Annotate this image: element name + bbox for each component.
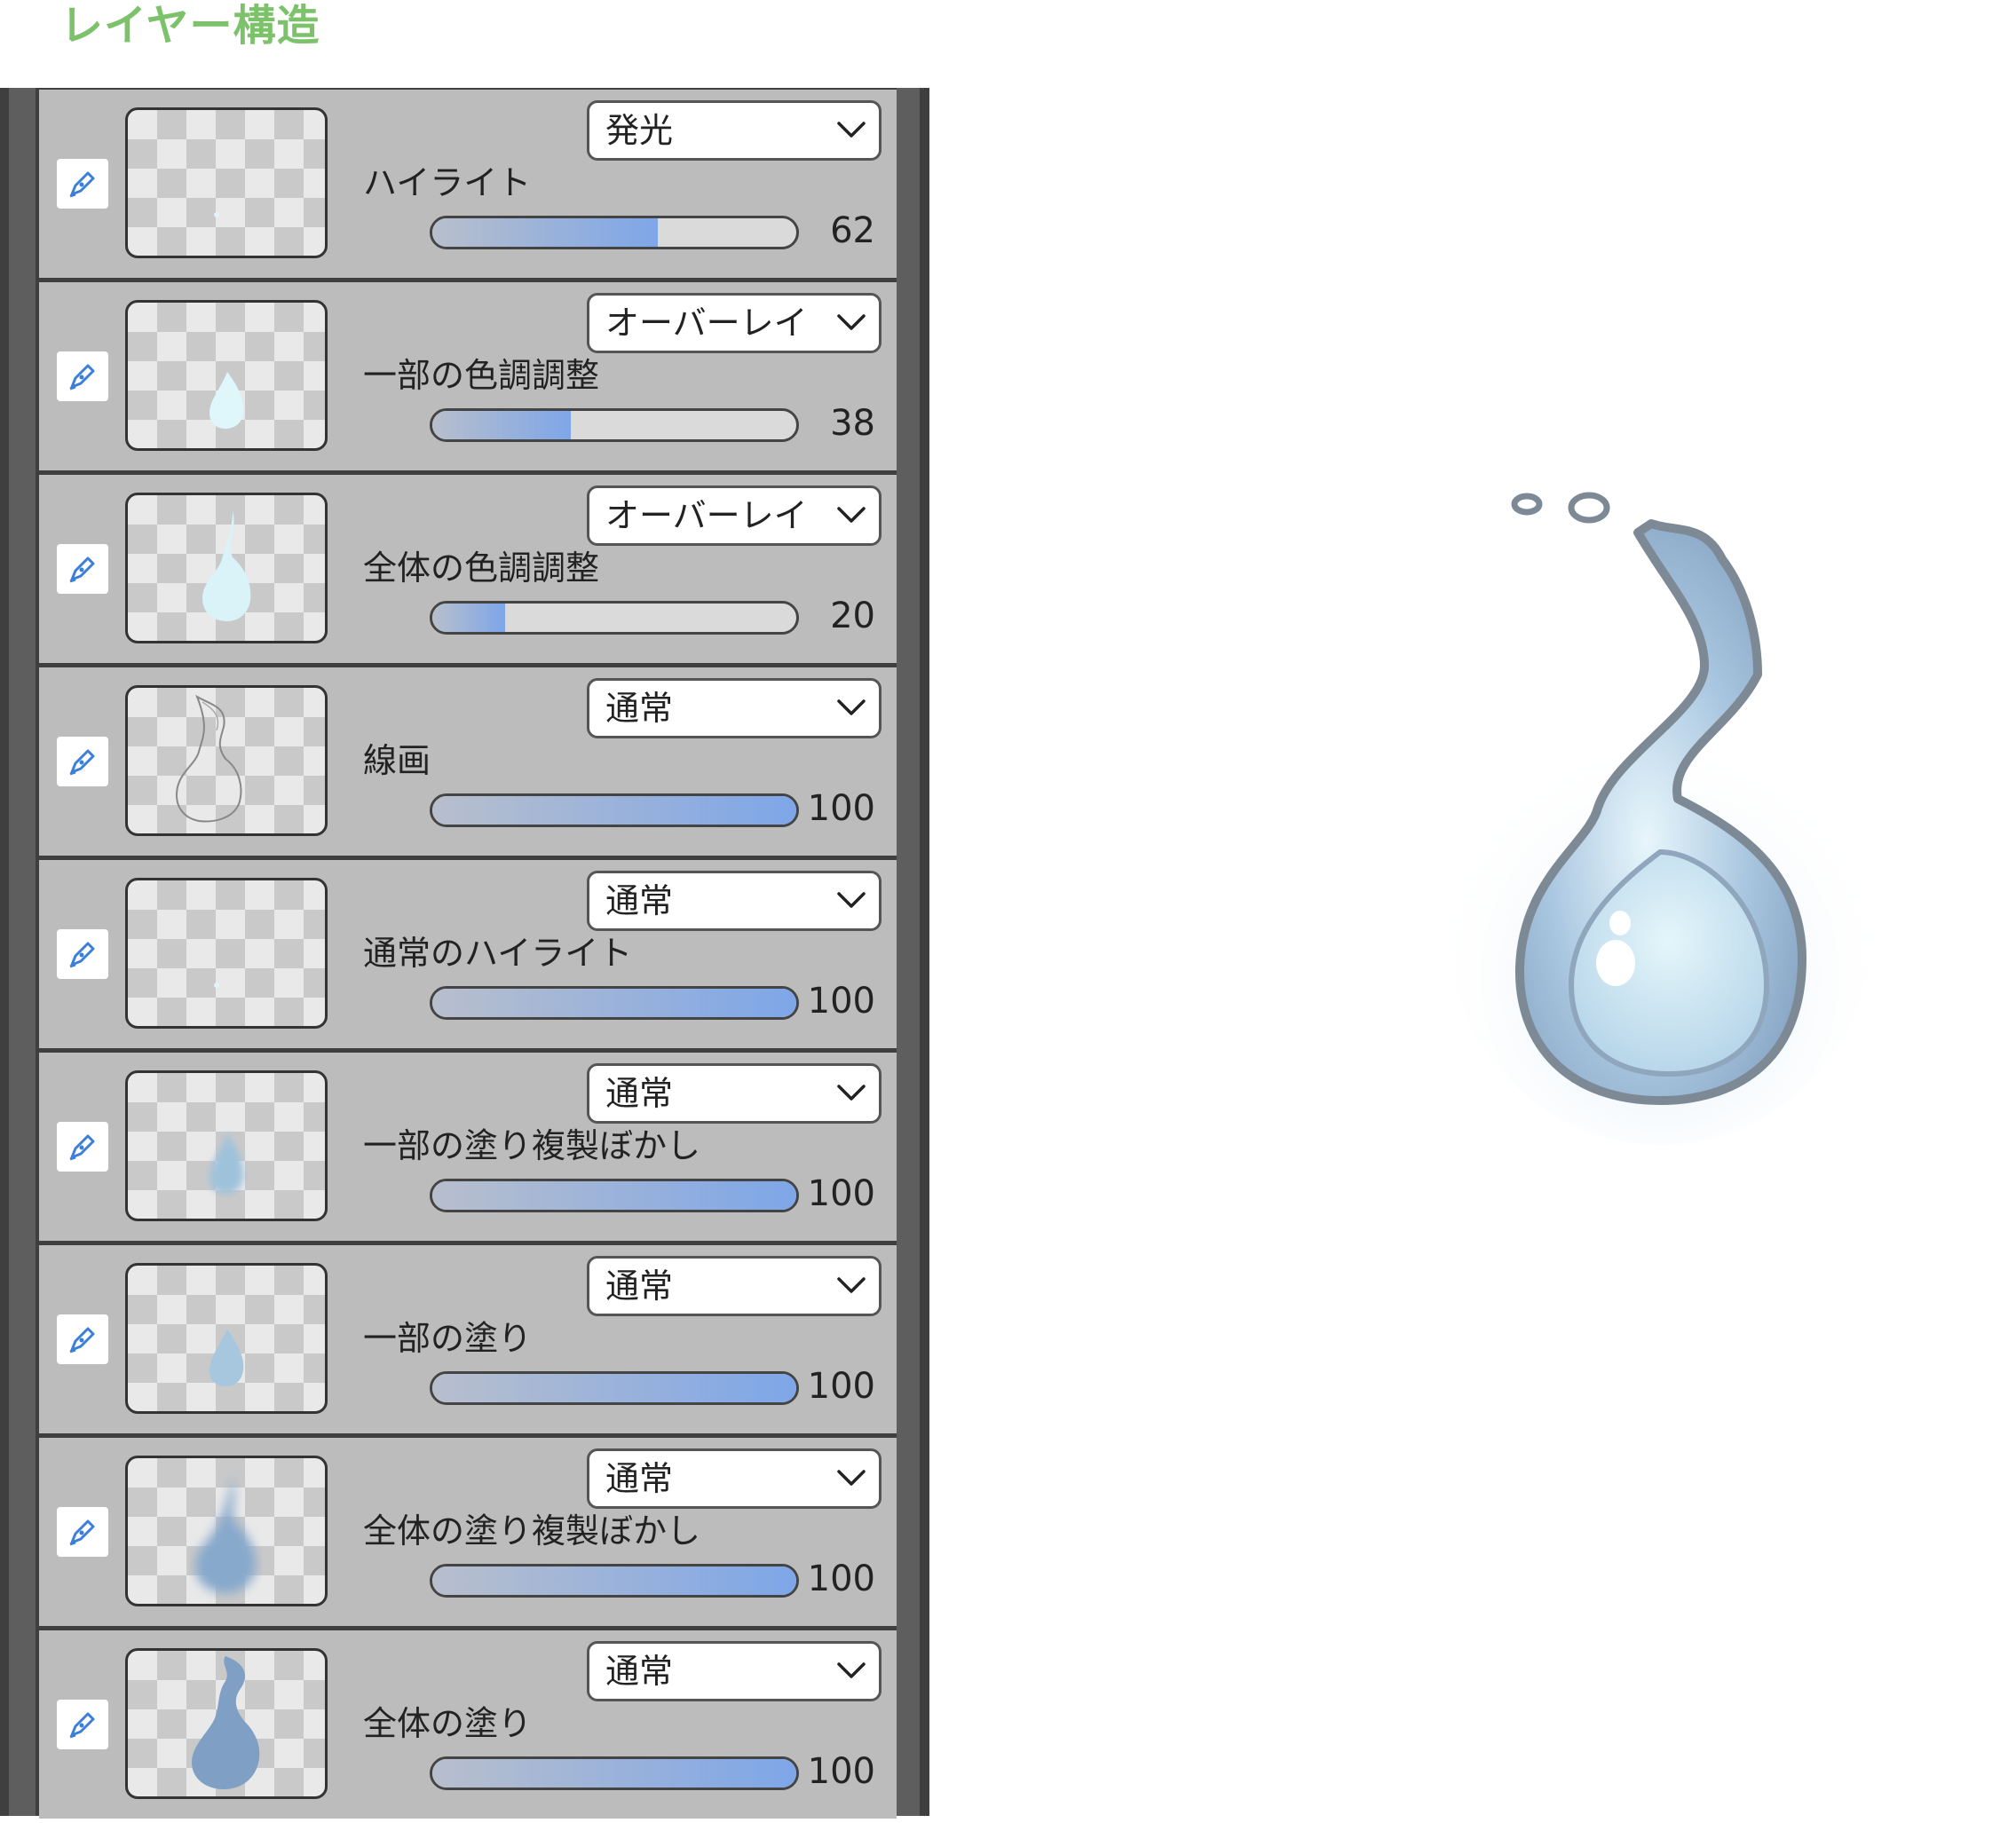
blend-mode-select[interactable]: 通常 <box>587 1256 882 1316</box>
blend-mode-select[interactable]: 発光 <box>587 100 882 161</box>
blend-mode-label: 通常 <box>605 1074 674 1113</box>
opacity-slider-fill <box>432 1567 796 1595</box>
opacity-slider[interactable] <box>430 1756 799 1790</box>
layer-thumbnail <box>125 685 328 836</box>
pen-icon[interactable] <box>57 929 108 979</box>
opacity-value: 100 <box>807 1173 875 1214</box>
opacity-slider[interactable] <box>430 601 799 635</box>
opacity-slider[interactable] <box>430 1179 799 1212</box>
opacity-slider[interactable] <box>430 1564 799 1598</box>
layer-row[interactable]: 通常 一部の塗り 100 <box>39 1245 897 1433</box>
chevron-down-icon <box>836 504 866 529</box>
chevron-down-icon <box>836 1082 866 1107</box>
blend-mode-label: オーバーレイ <box>605 496 808 535</box>
blend-mode-label: 発光 <box>605 111 674 150</box>
blend-mode-label: オーバーレイ <box>605 304 808 343</box>
opacity-value: 20 <box>830 596 875 636</box>
opacity-slider-fill <box>432 218 659 247</box>
layer-row[interactable]: 通常 全体の塗り 100 <box>39 1630 897 1819</box>
layer-panel: 発光 ハイライト 62 オーバーレイ 一部の色調調整 38 オーバーレイ 全体の… <box>0 88 929 1819</box>
blend-mode-select[interactable]: 通常 <box>587 1063 882 1124</box>
pen-icon[interactable] <box>57 1314 108 1364</box>
chevron-down-icon <box>836 1467 866 1492</box>
opacity-value: 100 <box>807 788 875 829</box>
opacity-value: 100 <box>807 981 875 1022</box>
blend-mode-select[interactable]: 通常 <box>587 871 882 931</box>
opacity-slider[interactable] <box>430 1371 799 1405</box>
opacity-slider-fill <box>432 1759 796 1787</box>
blend-mode-label: 通常 <box>605 1267 674 1306</box>
layer-thumbnail <box>125 107 328 258</box>
blend-mode-select[interactable]: オーバーレイ <box>587 485 882 546</box>
blend-mode-select[interactable]: 通常 <box>587 1641 882 1701</box>
layer-thumbnail <box>125 1648 328 1799</box>
layer-name: 一部の色調調整 <box>363 356 600 395</box>
layer-row[interactable]: 通常 全体の塗り複製ぼかし 100 <box>39 1438 897 1626</box>
layer-row[interactable]: 通常 通常のハイライト 100 <box>39 860 897 1048</box>
page-title: レイヤー構造 <box>60 1 320 51</box>
opacity-slider-fill <box>432 1374 796 1402</box>
blend-mode-label: 通常 <box>605 1459 674 1498</box>
pen-icon[interactable] <box>57 1700 108 1749</box>
blend-mode-select[interactable]: 通常 <box>587 1448 882 1509</box>
layer-thumbnail <box>125 300 328 451</box>
layer-list: 発光 ハイライト 62 オーバーレイ 一部の色調調整 38 オーバーレイ 全体の… <box>39 90 897 1823</box>
opacity-slider[interactable] <box>430 408 799 442</box>
blend-mode-label: 通常 <box>605 881 674 920</box>
layer-row[interactable]: 通常 線画 100 <box>39 667 897 856</box>
layer-thumbnail <box>125 1263 328 1414</box>
pen-icon[interactable] <box>57 544 108 594</box>
opacity-value: 38 <box>830 403 875 444</box>
layer-thumbnail <box>125 1456 328 1606</box>
layer-name: 一部の塗り <box>363 1319 533 1358</box>
layer-name: 通常のハイライト <box>363 934 633 973</box>
layer-row[interactable]: 発光 ハイライト 62 <box>39 90 897 278</box>
panel-scrollbar[interactable] <box>897 88 920 1816</box>
pen-icon[interactable] <box>57 737 108 786</box>
chevron-down-icon <box>836 1660 866 1685</box>
opacity-slider-fill <box>432 989 796 1017</box>
opacity-slider[interactable] <box>430 986 799 1020</box>
blend-mode-select[interactable]: 通常 <box>587 678 882 738</box>
blend-mode-label: 通常 <box>605 689 674 728</box>
canvas-artwork-flame <box>1438 462 1882 1157</box>
layer-row[interactable]: オーバーレイ 全体の色調調整 20 <box>39 475 897 663</box>
opacity-slider[interactable] <box>430 216 799 249</box>
opacity-slider[interactable] <box>430 793 799 827</box>
layer-row[interactable]: オーバーレイ 一部の色調調整 38 <box>39 282 897 470</box>
opacity-value: 100 <box>807 1559 875 1599</box>
panel-rail-left <box>9 88 36 1816</box>
opacity-slider-fill <box>432 796 796 825</box>
blend-mode-select[interactable]: オーバーレイ <box>587 293 882 353</box>
pen-icon[interactable] <box>57 1122 108 1172</box>
layer-name: 全体の塗り <box>363 1704 533 1743</box>
chevron-down-icon <box>836 1275 866 1299</box>
layer-thumbnail <box>125 1070 328 1221</box>
layer-row[interactable]: 通常 一部の塗り複製ぼかし 100 <box>39 1053 897 1241</box>
opacity-slider-fill <box>432 604 505 632</box>
pen-icon[interactable] <box>57 1507 108 1557</box>
layer-name: 全体の塗り複製ぼかし <box>363 1511 701 1551</box>
layer-name: 線画 <box>363 741 431 780</box>
opacity-slider-fill <box>432 1181 796 1210</box>
layer-thumbnail <box>125 878 328 1029</box>
opacity-value: 62 <box>830 210 875 251</box>
blend-mode-label: 通常 <box>605 1652 674 1691</box>
chevron-down-icon <box>836 697 866 722</box>
opacity-value: 100 <box>807 1751 875 1792</box>
layer-thumbnail <box>125 493 328 643</box>
layer-name: 一部の塗り複製ぼかし <box>363 1126 701 1165</box>
opacity-value: 100 <box>807 1366 875 1407</box>
opacity-slider-fill <box>432 411 571 439</box>
chevron-down-icon <box>836 889 866 914</box>
layer-name: 全体の色調調整 <box>363 548 600 588</box>
chevron-down-icon <box>836 119 866 144</box>
pen-icon[interactable] <box>57 159 108 209</box>
chevron-down-icon <box>836 312 866 336</box>
pen-icon[interactable] <box>57 351 108 401</box>
layer-name: ハイライト <box>363 163 532 202</box>
